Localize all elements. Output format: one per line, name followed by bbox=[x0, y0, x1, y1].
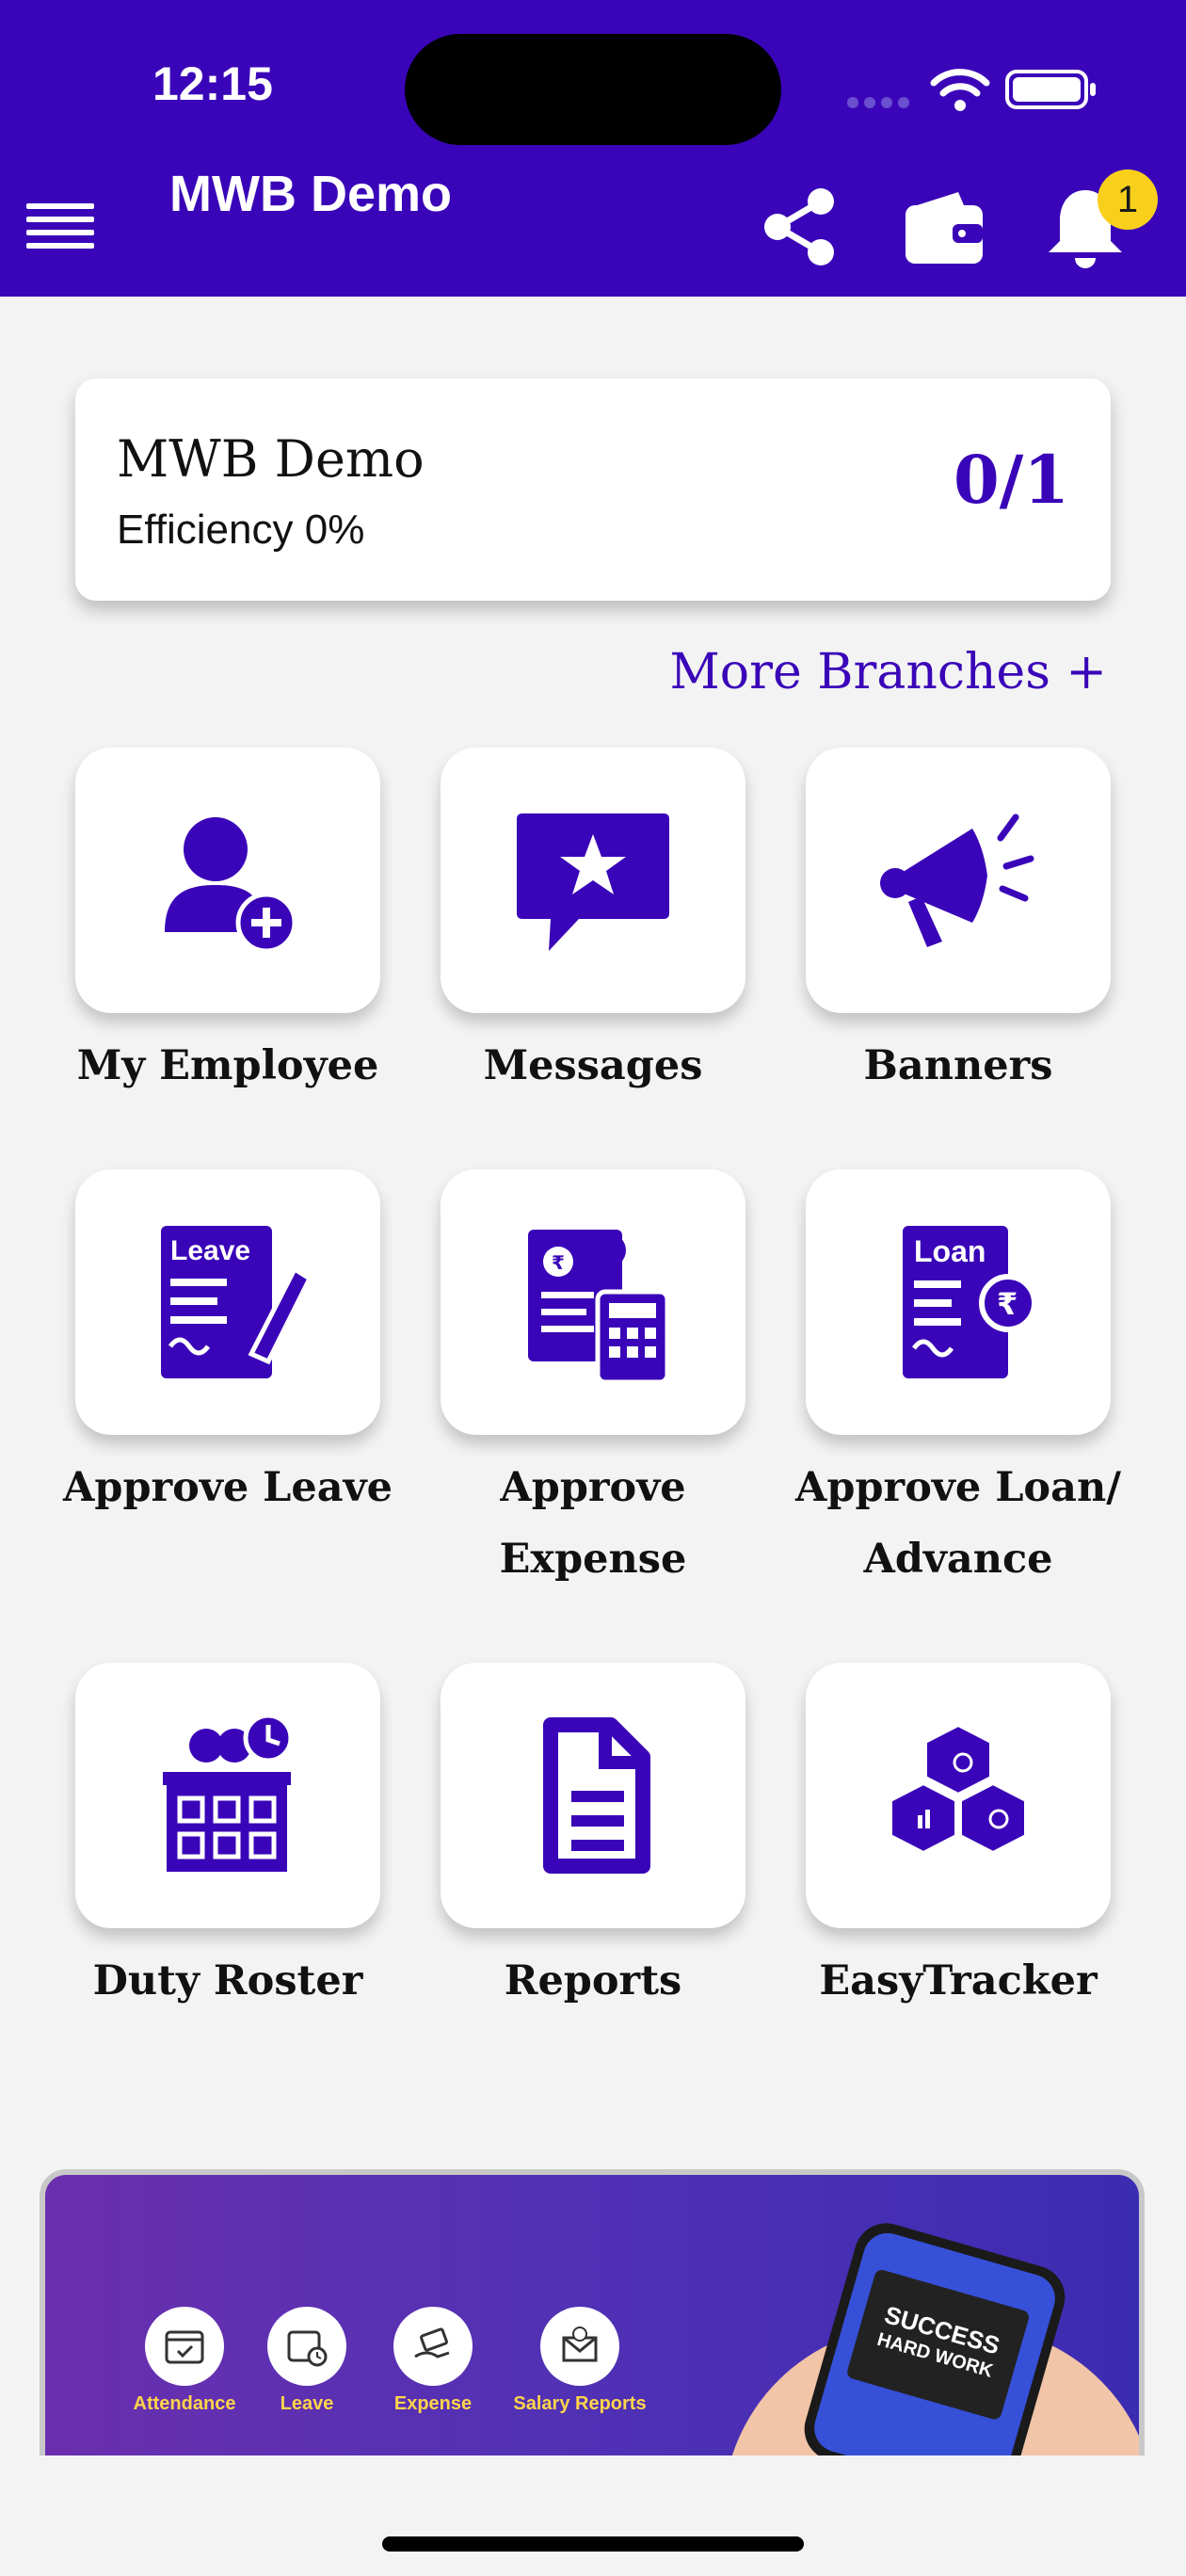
tile-messages[interactable] bbox=[441, 748, 745, 1013]
branch-count: 0/1 bbox=[954, 441, 1069, 519]
roster-icon bbox=[163, 1713, 294, 1872]
svg-text:₹: ₹ bbox=[997, 1286, 1018, 1322]
wallet-icon[interactable] bbox=[902, 185, 986, 269]
banner-label-expense: Expense bbox=[393, 2393, 473, 2414]
megaphone-icon bbox=[880, 813, 1034, 947]
svg-text:Leave: Leave bbox=[170, 1235, 250, 1266]
tile-label-approve-loan: Approve Loan/ Advance bbox=[795, 1464, 1121, 1583]
wifi-icon bbox=[930, 69, 990, 111]
branch-name: MWB Demo bbox=[117, 429, 425, 489]
tile-label-banners: Banners bbox=[863, 1042, 1053, 1089]
banner-feature-salary-reports: Salary Reports bbox=[505, 2307, 655, 2415]
add-employee-icon bbox=[165, 817, 297, 954]
share-icon[interactable] bbox=[759, 185, 843, 269]
leave-document-icon: Leave bbox=[161, 1226, 313, 1378]
banner-label-salary-reports: Salary Reports bbox=[513, 2393, 647, 2414]
tile-label-duty-roster: Duty Roster bbox=[92, 1957, 363, 2004]
svg-text:Loan: Loan bbox=[914, 1234, 986, 1268]
cellular-signal-icon bbox=[847, 94, 915, 112]
tile-reports[interactable] bbox=[441, 1663, 745, 1928]
branch-card[interactable]: MWB Demo Efficiency 0% 0/1 bbox=[75, 378, 1111, 601]
more-branches-link[interactable]: More Branches + bbox=[670, 644, 1107, 700]
dynamic-island bbox=[405, 34, 781, 145]
bottom-safe-area bbox=[0, 2455, 1186, 2576]
battery-icon bbox=[1005, 70, 1096, 109]
tile-label-approve-leave: Approve Leave bbox=[63, 1464, 393, 1511]
tile-label-reports: Reports bbox=[504, 1957, 682, 2004]
salary-envelope-icon bbox=[540, 2307, 619, 2386]
status-time: 12:15 bbox=[152, 57, 273, 110]
tile-approve-expense[interactable]: ₹ bbox=[441, 1169, 745, 1435]
report-document-icon bbox=[543, 1717, 650, 1874]
home-indicator[interactable] bbox=[382, 2536, 804, 2552]
tile-label-messages: Messages bbox=[483, 1042, 703, 1089]
message-star-icon bbox=[517, 813, 669, 951]
tile-easytracker[interactable] bbox=[806, 1663, 1111, 1928]
tile-label-my-employee: My Employee bbox=[76, 1042, 379, 1089]
calendar-clock-icon bbox=[267, 2307, 346, 2386]
tile-approve-loan[interactable]: Loan ₹ bbox=[806, 1169, 1111, 1435]
tile-label-approve-expense: Approve Expense bbox=[499, 1464, 687, 1583]
tile-my-employee[interactable] bbox=[75, 748, 380, 1013]
phone-promo: SUCCESS HARD WORK bbox=[845, 2268, 1031, 2422]
calendar-check-icon bbox=[145, 2307, 224, 2386]
tile-approve-leave[interactable]: Leave bbox=[75, 1169, 380, 1435]
branch-efficiency: Efficiency 0% bbox=[117, 507, 365, 553]
app-title: MWB Demo bbox=[169, 166, 452, 222]
phone-screen: SUCCESS HARD WORK bbox=[808, 2227, 1062, 2455]
tile-banners[interactable] bbox=[806, 748, 1111, 1013]
phone-illustration: SUCCESS HARD WORK bbox=[796, 2215, 1073, 2455]
status-icons bbox=[847, 66, 1096, 113]
money-hand-icon bbox=[393, 2307, 473, 2386]
loan-document-icon: Loan ₹ bbox=[903, 1226, 1037, 1378]
menu-button[interactable] bbox=[26, 203, 94, 256]
expense-calculator-icon: ₹ bbox=[528, 1230, 670, 1385]
svg-text:₹: ₹ bbox=[552, 1251, 565, 1274]
banner-feature-expense: Expense bbox=[358, 2307, 508, 2415]
tile-label-easytracker: EasyTracker bbox=[819, 1957, 1098, 2004]
cubes-icon bbox=[889, 1722, 1028, 1856]
promo-banner[interactable]: Attendance Leave Expense Salary Reports … bbox=[40, 2169, 1145, 2455]
app-header: 12:15 MWB Demo 1 bbox=[0, 0, 1186, 297]
tile-duty-roster[interactable] bbox=[75, 1663, 380, 1928]
notification-badge: 1 bbox=[1098, 169, 1158, 230]
